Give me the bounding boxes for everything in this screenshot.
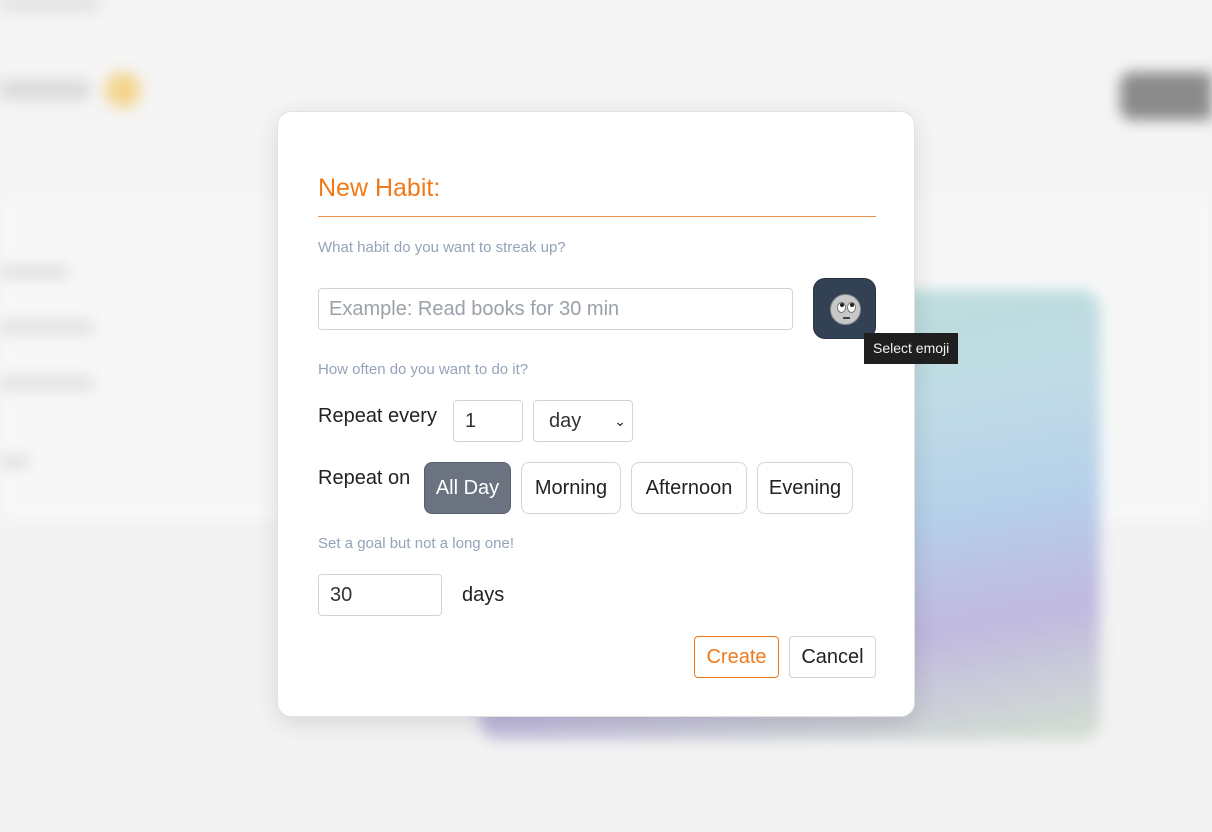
create-button[interactable]: Create	[694, 636, 779, 678]
modal-title: New Habit:	[318, 174, 441, 202]
time-option-all-day[interactable]: All Day	[424, 462, 511, 514]
face-with-rolling-eyes-icon	[830, 294, 861, 325]
title-divider	[318, 216, 876, 217]
goal-days-input[interactable]	[318, 574, 442, 616]
repeat-on-label: Repeat on	[318, 467, 411, 489]
repeat-every-label: Repeat every	[318, 405, 437, 427]
select-emoji-button[interactable]	[813, 278, 876, 339]
frequency-hint: How often do you want to do it?	[318, 361, 529, 378]
chevron-down-icon: ⌄	[614, 413, 626, 429]
emoji-eye	[847, 302, 856, 313]
time-option-afternoon[interactable]: Afternoon	[631, 462, 747, 514]
repeat-interval-input[interactable]	[453, 400, 523, 442]
repeat-unit-select[interactable]: day ⌄	[533, 400, 633, 442]
emoji-tooltip: Select emoji	[864, 333, 959, 364]
time-option-evening[interactable]: Evening	[757, 462, 853, 514]
repeat-unit-value: day	[549, 410, 582, 432]
new-habit-modal: New Habit: What habit do you want to str…	[277, 111, 959, 717]
goal-unit-label: days	[462, 584, 505, 606]
goal-hint: Set a goal but not a long one!	[318, 535, 514, 552]
habit-name-input[interactable]	[318, 288, 793, 330]
cancel-button[interactable]: Cancel	[789, 636, 876, 678]
time-option-morning[interactable]: Morning	[521, 462, 621, 514]
emoji-mouth	[843, 317, 850, 319]
habit-hint: What habit do you want to streak up?	[318, 239, 566, 256]
emoji-eye	[837, 302, 846, 313]
